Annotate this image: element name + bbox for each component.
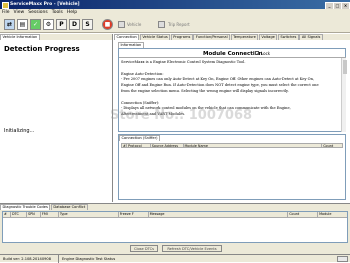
lock-label: Lock [261, 51, 271, 56]
tab-voltage[interactable]: Voltage [258, 34, 278, 40]
column-header[interactable]: Count [322, 144, 343, 147]
program-button[interactable]: P [56, 19, 67, 30]
toolbar: ⇄ ▤ ✓ ⚙ P D S ■ Vehicle Trip Report [0, 16, 350, 33]
info-scrollbar-thumb[interactable] [342, 60, 347, 74]
detection-status-text: Initializing... [4, 128, 35, 134]
dtc-tab-strip: Diagnostic Trouble Codes Database Conflic… [0, 204, 350, 210]
menu-sessions[interactable]: Sessions [26, 9, 50, 16]
diagnostics-button[interactable]: D [69, 19, 80, 30]
gear-icon[interactable]: ⚙ [43, 19, 54, 30]
tab-diagnostic-trouble-codes[interactable]: Diagnostic Trouble Codes [0, 204, 51, 210]
module-connection-header: Module Connection ✓ Lock [119, 49, 346, 58]
tab-connection-sniffer[interactable]: Connection (Sniffer) [119, 135, 161, 141]
tab-programs[interactable]: Programs [170, 34, 193, 40]
detection-progress-heading: Detection Progress [4, 45, 80, 53]
info-scrollbar[interactable] [341, 58, 347, 132]
dtc-table: # DTC SPN FMI Type Freeze F Message Coun… [2, 211, 348, 243]
menu-tools[interactable]: Tools [50, 9, 65, 16]
tab-vehicle-information[interactable]: Vehicle Information [0, 34, 40, 40]
column-header[interactable]: Source Address [150, 144, 184, 147]
column-header[interactable]: Module [318, 212, 348, 217]
session-button[interactable]: S [82, 19, 93, 30]
check-icon[interactable]: ✓ [30, 19, 41, 30]
menu-bar: File View Sessions Tools Help [0, 9, 350, 16]
vehicle-icon[interactable] [118, 21, 125, 28]
trip-report-label[interactable]: Trip Report [168, 22, 190, 27]
stop-icon[interactable]: ■ [102, 19, 113, 30]
left-panel: Vehicle Information Detection Progress I… [0, 34, 113, 202]
sniffer-panel: Connection (Sniffer) # Protocol Source A… [118, 134, 346, 200]
tab-database-conflict[interactable]: Database Conflict [50, 204, 88, 210]
left-tab-strip: Vehicle Information [0, 34, 112, 40]
menu-help[interactable]: Help [65, 9, 79, 16]
document-icon[interactable]: ▤ [17, 19, 28, 30]
trip-report-icon[interactable] [158, 21, 165, 28]
main-tab-strip: Connection Vehicle Status Programs Function… [114, 34, 350, 40]
close-dtcs-button[interactable]: Close DTCs [130, 245, 158, 252]
column-header[interactable]: SPN [26, 212, 41, 217]
connect-icon[interactable]: ⇄ [4, 19, 15, 30]
column-header[interactable]: Message [148, 212, 289, 217]
sniffer-tab-strip: Connection (Sniffer) [119, 135, 345, 141]
tab-function-personal[interactable]: Function/Personal [193, 34, 231, 40]
menu-view[interactable]: View [12, 9, 27, 16]
column-header[interactable]: FMI [40, 212, 59, 217]
dtc-panel: Diagnostic Trouble Codes Database Conflic… [0, 203, 350, 254]
sniffer-table-header: # Protocol Source Address Module Name Co… [121, 143, 343, 148]
watermark: Store No.: 1007068 [110, 108, 253, 123]
status-bar: Build ver: 2.108.20140908 Engine Diagnos… [0, 254, 350, 263]
column-header[interactable]: # [3, 212, 11, 217]
tab-all-signals[interactable]: All Signals [299, 34, 323, 40]
tab-switches[interactable]: Switches [277, 34, 299, 40]
dtc-table-header: # DTC SPN FMI Type Freeze F Message Coun… [3, 212, 348, 218]
network-icon [337, 256, 348, 262]
tab-connection[interactable]: Connection [114, 34, 140, 40]
lock-checkbox[interactable]: ✓ [255, 51, 259, 56]
column-header[interactable]: Module Name [183, 144, 323, 147]
title-bar: ServiceMaxx Pro - [Vehicle] _ □ × [0, 0, 350, 10]
column-header[interactable]: DTC [10, 212, 27, 217]
column-header[interactable]: Protocol [126, 144, 151, 147]
refresh-dtc-button[interactable]: Refresh DTC/Vehicle Events [162, 245, 222, 252]
column-header[interactable]: Count [288, 212, 319, 217]
module-connection-title: Module Connection [203, 50, 263, 57]
column-header[interactable]: Freeze F [118, 212, 149, 217]
tab-information[interactable]: Information [118, 42, 144, 48]
tab-temperature[interactable]: Temperature [230, 34, 259, 40]
tab-vehicle-status[interactable]: Vehicle Status [139, 34, 171, 40]
window-title: ServiceMaxx Pro - [Vehicle] [10, 2, 80, 7]
menu-file[interactable]: File [0, 9, 12, 16]
app-icon [2, 2, 9, 9]
vehicle-label[interactable]: Vehicle [127, 22, 141, 27]
column-header[interactable]: Type [58, 212, 119, 217]
